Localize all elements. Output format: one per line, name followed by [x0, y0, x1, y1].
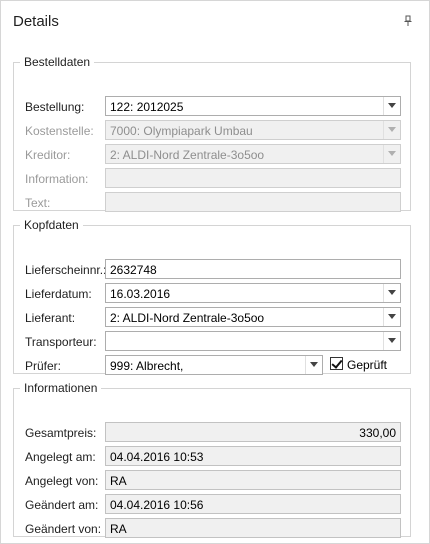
row-gesamtpreis: Gesamtpreis: 330,00 [14, 422, 410, 444]
row-kreditor: Kreditor: 2: ALDI-Nord Zentrale-3o5oo [14, 144, 410, 166]
row-geaendert-von: Geändert von: RA [14, 518, 410, 540]
information-field[interactable] [105, 168, 401, 188]
group-legend: Informationen [24, 381, 98, 395]
chevron-down-icon[interactable] [383, 284, 400, 302]
group-kopfdaten: Kopfdaten Lieferscheinnr.: 2632748 Liefe… [13, 218, 411, 377]
pruefer-label: Prüfer: [25, 359, 62, 373]
row-transporteur: Transporteur: [14, 331, 410, 353]
group-bestelldaten: Bestelldaten Bestellung: 122: 2012025 Ko… [13, 55, 411, 214]
geaendert-von-label: Geändert von: [25, 522, 102, 536]
chevron-down-icon[interactable] [383, 308, 400, 326]
kreditor-combobox[interactable]: 2: ALDI-Nord Zentrale-3o5oo [105, 144, 401, 164]
row-lieferdatum: Lieferdatum: 16.03.2016 [14, 283, 410, 305]
angelegt-von-value: RA [105, 470, 401, 490]
lieferdatum-label: Lieferdatum: [25, 287, 92, 301]
lieferscheinnr-label: Lieferscheinnr.: [25, 263, 107, 277]
text-field[interactable] [105, 192, 401, 212]
group-legend: Kopfdaten [24, 218, 79, 232]
gesamtpreis-value: 330,00 [105, 422, 401, 442]
information-label: Information: [25, 172, 89, 186]
row-angelegt-am: Angelegt am: 04.04.2016 10:53 [14, 446, 410, 468]
geprueft-label[interactable]: Geprüft [347, 358, 387, 372]
angelegt-am-label: Angelegt am: [25, 450, 96, 464]
row-geaendert-am: Geändert am: 04.04.2016 10:56 [14, 494, 410, 516]
kostenstelle-combobox[interactable]: 7000: Olympiapark Umbau [105, 120, 401, 140]
lieferant-label: Lieferant: [25, 311, 76, 325]
details-panel: Details Bestelldaten Bestellung: 122: 20… [0, 0, 430, 544]
row-pruefer: Prüfer: 999: Albrecht, Geprüft [14, 355, 410, 377]
angelegt-von-label: Angelegt von: [25, 474, 99, 488]
pin-icon[interactable] [403, 15, 413, 27]
transporteur-label: Transporteur: [25, 335, 97, 349]
lieferdatum-value: 16.03.2016 [110, 287, 171, 301]
pruefer-value: 999: Albrecht, [110, 359, 184, 373]
row-lieferant: Lieferant: 2: ALDI-Nord Zentrale-3o5oo [14, 307, 410, 329]
row-bestellung: Bestellung: 122: 2012025 [14, 96, 410, 118]
angelegt-am-value: 04.04.2016 10:53 [105, 446, 401, 466]
lieferant-combobox[interactable]: 2: ALDI-Nord Zentrale-3o5oo [105, 307, 401, 327]
chevron-down-icon[interactable] [383, 97, 400, 115]
lieferdatum-datepicker[interactable]: 16.03.2016 [105, 283, 401, 303]
chevron-down-icon[interactable] [383, 145, 400, 163]
row-kostenstelle: Kostenstelle: 7000: Olympiapark Umbau [14, 120, 410, 142]
chevron-down-icon[interactable] [305, 356, 322, 374]
geprueft-checkbox[interactable] [330, 357, 343, 370]
bestellung-combobox[interactable]: 122: 2012025 [105, 96, 401, 116]
bestellung-label: Bestellung: [25, 100, 85, 114]
group-informationen: Informationen Gesamtpreis: 330,00 Angele… [13, 381, 411, 540]
transporteur-combobox[interactable] [105, 331, 401, 351]
lieferscheinnr-input[interactable]: 2632748 [105, 259, 401, 279]
geaendert-von-value: RA [105, 518, 401, 538]
kreditor-value: 2: ALDI-Nord Zentrale-3o5oo [110, 148, 265, 162]
row-information: Information: [14, 168, 410, 190]
bestellung-value: 122: 2012025 [110, 100, 184, 114]
gesamtpreis-label: Gesamtpreis: [25, 426, 97, 440]
geaendert-am-value: 04.04.2016 10:56 [105, 494, 401, 514]
row-text: Text: [14, 192, 410, 214]
kostenstelle-value: 7000: Olympiapark Umbau [110, 124, 253, 138]
group-legend: Bestelldaten [24, 55, 91, 69]
row-angelegt-von: Angelegt von: RA [14, 470, 410, 492]
chevron-down-icon[interactable] [383, 121, 400, 139]
chevron-down-icon[interactable] [383, 332, 400, 350]
panel-title: Details [13, 13, 59, 30]
geaendert-am-label: Geändert am: [25, 498, 99, 512]
lieferant-value: 2: ALDI-Nord Zentrale-3o5oo [110, 311, 265, 325]
text-label: Text: [25, 196, 51, 210]
row-lieferscheinnr: Lieferscheinnr.: 2632748 [14, 259, 410, 281]
pruefer-combobox[interactable]: 999: Albrecht, [105, 355, 323, 375]
kostenstelle-label: Kostenstelle: [25, 124, 94, 138]
kreditor-label: Kreditor: [25, 148, 71, 162]
